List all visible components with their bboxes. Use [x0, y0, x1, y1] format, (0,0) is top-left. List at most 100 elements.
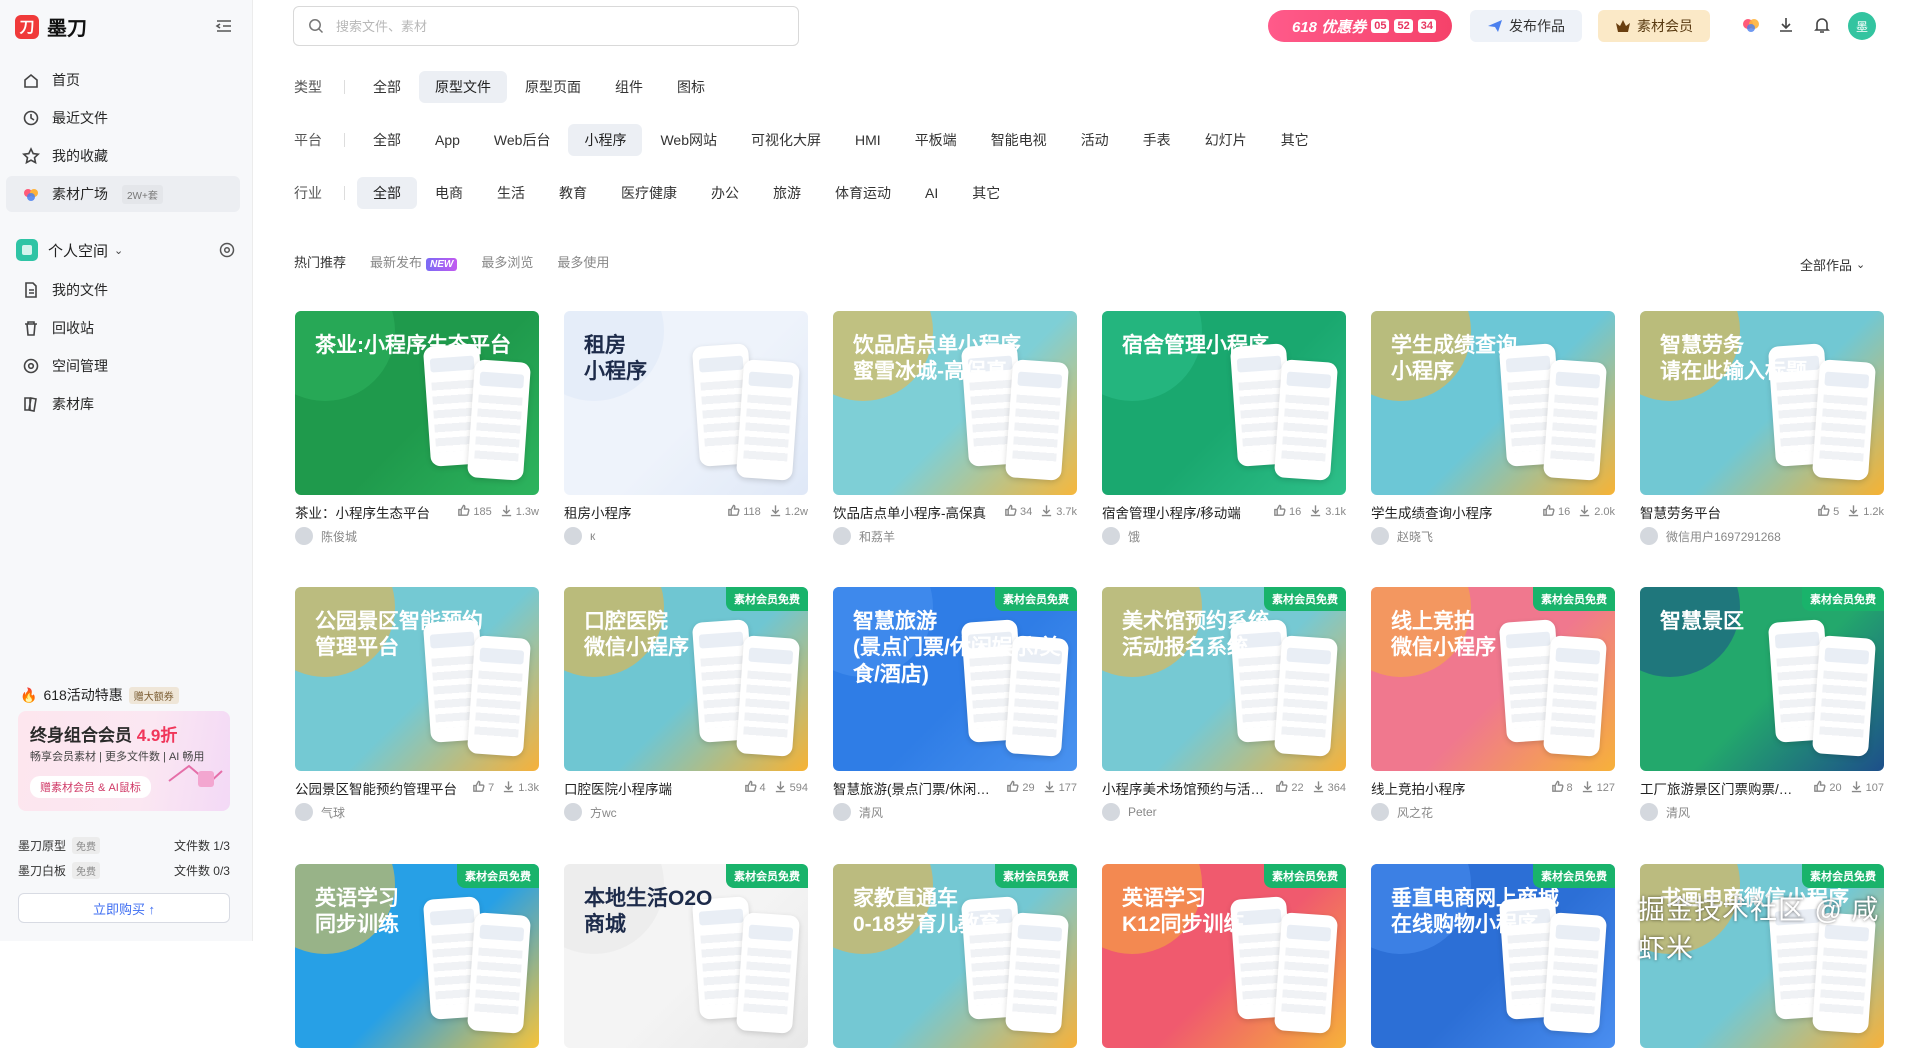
template-thumbnail[interactable]: 口腔医院 微信小程序 素材会员免费 — [564, 587, 808, 771]
filter-platform-option[interactable]: 手表 — [1127, 124, 1187, 156]
personal-space-header[interactable]: 个人空间 ⌄ — [16, 238, 236, 262]
card-title[interactable]: 工厂旅游景区门票购票/活动 — [1640, 778, 1805, 798]
app-logo[interactable]: 刀 墨刀 — [15, 12, 87, 41]
likes-stat[interactable]: 16 — [1273, 504, 1301, 520]
bell-icon[interactable] — [1811, 14, 1833, 36]
template-card[interactable]: 智慧景区 素材会员免费 工厂旅游景区门票购票/活动 20 107 清风 — [1640, 587, 1884, 821]
template-thumbnail[interactable]: 茶业:小程序生态平台 — [295, 311, 539, 495]
likes-stat[interactable]: 16 — [1542, 504, 1570, 520]
collapse-sidebar-icon[interactable] — [214, 16, 234, 36]
card-author[interactable]: 清风 — [1640, 803, 1884, 821]
card-title[interactable]: 租房小程序 — [564, 502, 719, 522]
filter-type-option[interactable]: 组件 — [599, 71, 659, 103]
filter-type-option[interactable]: 全部 — [357, 71, 417, 103]
filter-industry-option[interactable]: 生活 — [481, 177, 541, 209]
likes-stat[interactable]: 5 — [1817, 504, 1839, 520]
sidebar-item-1[interactable]: 最近文件 — [6, 100, 240, 136]
template-thumbnail[interactable]: 饮品店点单小程序 蜜雪冰城-高保真 — [833, 311, 1077, 495]
space-item-1[interactable]: 回收站 — [6, 310, 240, 346]
filter-industry-option[interactable]: 旅游 — [757, 177, 817, 209]
template-thumbnail[interactable]: 公园景区智能预约 管理平台 — [295, 587, 539, 771]
sort-hot[interactable]: 热门推荐 — [294, 252, 346, 271]
filter-industry-option[interactable]: 全部 — [357, 177, 417, 209]
likes-stat[interactable]: 4 — [744, 780, 766, 796]
template-card[interactable]: 美术馆预约系统 活动报名系统 素材会员免费 小程序美术场馆预约与活动报名 22 … — [1102, 587, 1346, 821]
template-thumbnail[interactable]: 美术馆预约系统 活动报名系统 素材会员免费 — [1102, 587, 1346, 771]
download-icon[interactable] — [1775, 14, 1797, 36]
card-title[interactable]: 口腔医院小程序端 — [564, 778, 736, 798]
all-works-dropdown[interactable]: 全部作品 ⌄ — [1800, 255, 1865, 274]
template-card[interactable]: 口腔医院 微信小程序 素材会员免费 口腔医院小程序端 4 594 方wc — [564, 587, 808, 821]
filter-type-option[interactable]: 原型文件 — [419, 71, 507, 103]
template-card[interactable]: 本地生活O2O 商城 素材会员免费 — [564, 864, 808, 1048]
template-card[interactable]: 公园景区智能预约 管理平台 公园景区智能预约管理平台 7 1.3k 气球 — [295, 587, 539, 821]
template-thumbnail[interactable]: 本地生活O2O 商城 素材会员免费 — [564, 864, 808, 1048]
filter-industry-option[interactable]: 体育运动 — [819, 177, 907, 209]
card-title[interactable]: 宿舍管理小程序/移动端 — [1102, 502, 1265, 522]
sidebar-item-0[interactable]: 首页 — [6, 62, 240, 98]
card-title[interactable]: 智慧劳务平台 — [1640, 502, 1809, 522]
card-author[interactable]: Peter — [1102, 803, 1346, 821]
filter-industry-option[interactable]: 教育 — [543, 177, 603, 209]
filter-industry-option[interactable]: 医疗健康 — [605, 177, 693, 209]
card-author[interactable]: к — [564, 527, 808, 545]
card-title[interactable]: 学生成绩查询小程序 — [1371, 502, 1534, 522]
card-author[interactable]: 方wc — [564, 803, 808, 821]
sort-most-used[interactable]: 最多使用 — [557, 252, 609, 271]
template-card[interactable]: 家教直通车 0-18岁育儿教育 素材会员免费 — [833, 864, 1077, 1048]
template-thumbnail[interactable]: 宿舍管理小程序 — [1102, 311, 1346, 495]
filter-platform-option[interactable]: 幻灯片 — [1189, 124, 1263, 156]
template-thumbnail[interactable]: 学生成绩查询 小程序 — [1371, 311, 1615, 495]
template-thumbnail[interactable]: 智慧景区 素材会员免费 — [1640, 587, 1884, 771]
filter-platform-option[interactable]: App — [419, 124, 476, 156]
card-author[interactable]: 陈俊城 — [295, 527, 539, 545]
template-card[interactable]: 垂直电商网上商城 在线购物小程序 素材会员免费 — [1371, 864, 1615, 1048]
filter-platform-option[interactable]: 全部 — [357, 124, 417, 156]
filter-platform-option[interactable]: 可视化大屏 — [735, 124, 837, 156]
likes-stat[interactable]: 118 — [727, 504, 761, 520]
template-thumbnail[interactable]: 租房 小程序 — [564, 311, 808, 495]
coupon-banner[interactable]: 618 优惠券 05 52 34 — [1268, 10, 1452, 42]
template-card[interactable]: 英语学习 K12同步训练 素材会员免费 — [1102, 864, 1346, 1048]
sort-newest[interactable]: 最新发布 NEW — [370, 252, 458, 271]
template-card[interactable]: 宿舍管理小程序 宿舍管理小程序/移动端 16 3.1k 饿 — [1102, 311, 1346, 545]
template-card[interactable]: 学生成绩查询 小程序 学生成绩查询小程序 16 2.0k 赵晓飞 — [1371, 311, 1615, 545]
card-title[interactable]: 公园景区智能预约管理平台 — [295, 778, 464, 798]
publish-button[interactable]: 发布作品 — [1470, 10, 1582, 42]
card-author[interactable]: 饿 — [1102, 527, 1346, 545]
space-item-2[interactable]: 空间管理 — [6, 348, 240, 384]
likes-stat[interactable]: 29 — [1006, 780, 1035, 796]
template-thumbnail[interactable]: 家教直通车 0-18岁育儿教育 素材会员免费 — [833, 864, 1077, 1048]
filter-platform-option[interactable]: 智能电视 — [975, 124, 1063, 156]
search-box[interactable] — [293, 6, 799, 46]
template-card[interactable]: 线上竞拍 微信小程序 素材会员免费 线上竞拍小程序 8 127 风之花 — [1371, 587, 1615, 821]
template-thumbnail[interactable]: 线上竞拍 微信小程序 素材会员免费 — [1371, 587, 1615, 771]
likes-stat[interactable]: 8 — [1551, 780, 1573, 796]
filter-platform-option[interactable]: Web网站 — [644, 124, 733, 156]
space-item-3[interactable]: 素材库 — [6, 386, 240, 422]
template-card[interactable]: 英语学习 同步训练 素材会员免费 — [295, 864, 539, 1048]
card-author[interactable]: 清风 — [833, 803, 1077, 821]
filter-type-option[interactable]: 原型页面 — [509, 71, 597, 103]
filter-platform-option[interactable]: 平板端 — [899, 124, 973, 156]
promo-card[interactable]: 终身组合会员 4.9折 畅享会员素材 | 更多文件数 | AI 畅用 赠素材会员… — [18, 711, 230, 811]
likes-stat[interactable]: 22 — [1275, 780, 1304, 796]
filter-platform-option[interactable]: 活动 — [1065, 124, 1125, 156]
filter-platform-option[interactable]: 其它 — [1265, 124, 1325, 156]
filter-platform-option[interactable]: 小程序 — [568, 124, 643, 156]
card-title[interactable]: 智慧旅游(景点门票/休闲娱乐/美食/酒店) — [833, 778, 998, 798]
space-item-0[interactable]: 我的文件 — [6, 272, 240, 308]
template-thumbnail[interactable]: 智慧劳务 请在此输入标题 — [1640, 311, 1884, 495]
template-card[interactable]: 智慧旅游 (景点门票/休闲娱乐/美食/酒店) 素材会员免费 智慧旅游(景点门票/… — [833, 587, 1077, 821]
likes-stat[interactable]: 185 — [457, 504, 492, 520]
sort-most-viewed[interactable]: 最多浏览 — [481, 252, 533, 271]
filter-industry-option[interactable]: 电商 — [419, 177, 479, 209]
buy-now-button[interactable]: 立即购买 ↑ — [18, 893, 230, 923]
template-thumbnail[interactable]: 智慧旅游 (景点门票/休闲娱乐/美食/酒店) 素材会员免费 — [833, 587, 1077, 771]
sidebar-item-3[interactable]: 素材广场 2W+套 — [6, 176, 240, 212]
card-title[interactable]: 线上竞拍小程序 — [1371, 778, 1543, 798]
likes-stat[interactable]: 7 — [472, 780, 494, 796]
filter-industry-option[interactable]: AI — [909, 177, 954, 209]
activity-icon[interactable] — [1740, 14, 1762, 36]
filter-type-option[interactable]: 图标 — [661, 71, 721, 103]
